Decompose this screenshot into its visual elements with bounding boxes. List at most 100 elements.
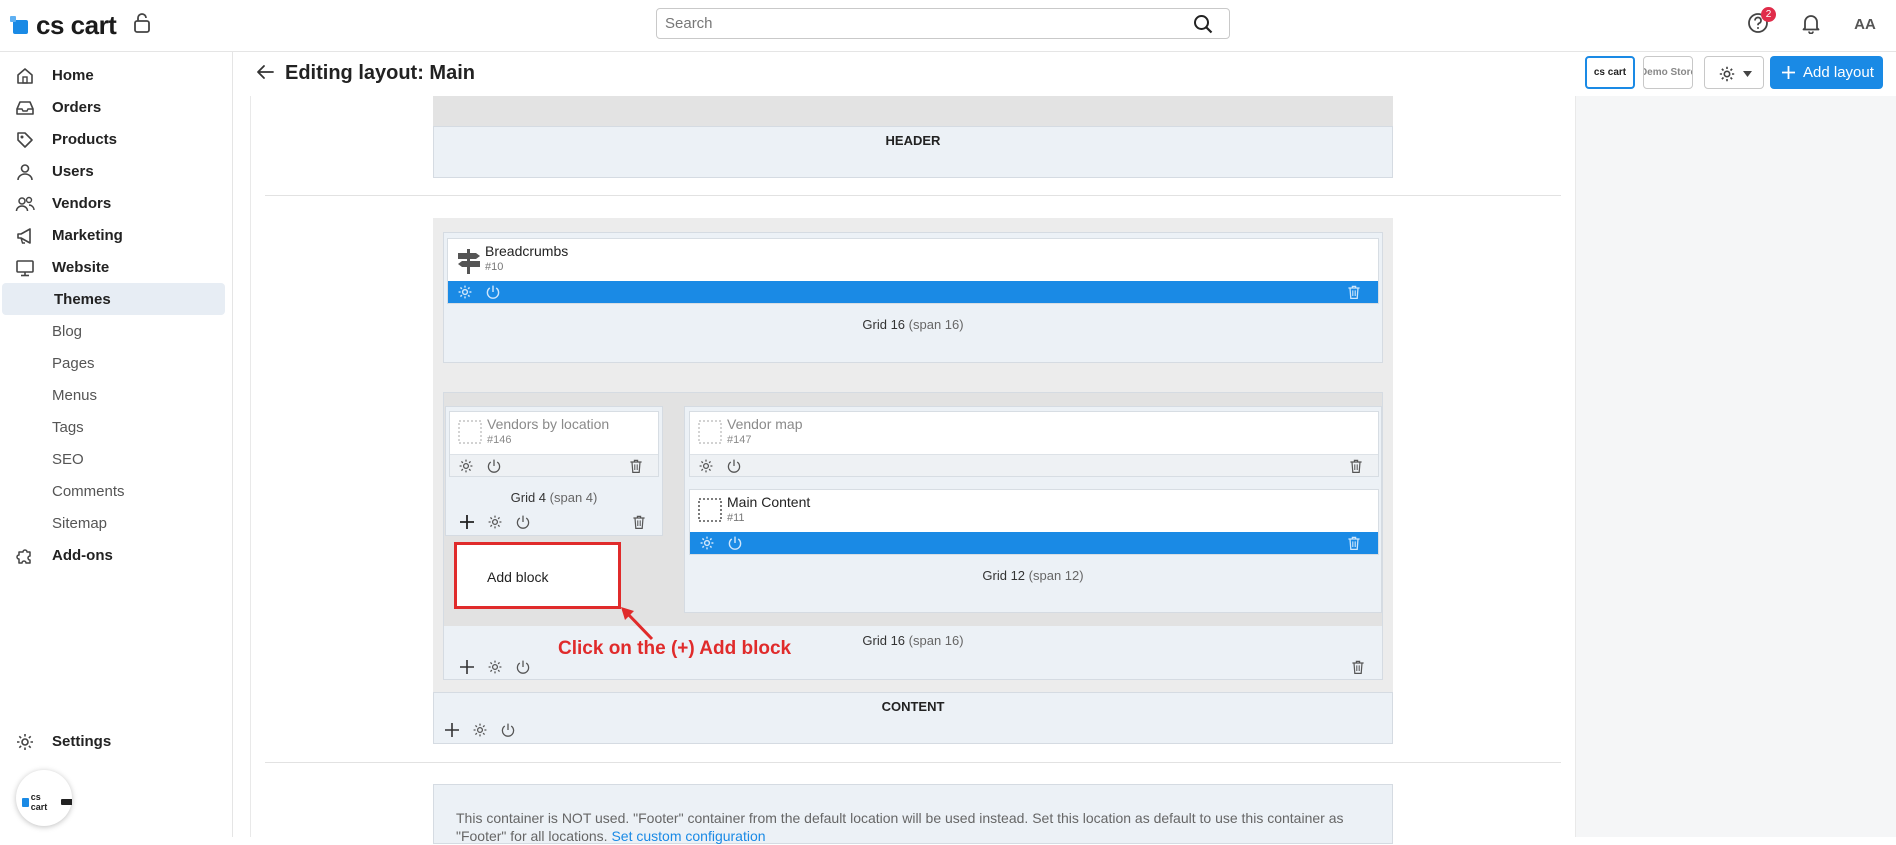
sidebar-item-home[interactable]: Home: [0, 59, 225, 91]
power-icon[interactable]: [485, 284, 501, 300]
power-icon[interactable]: [486, 458, 502, 474]
lock-icon[interactable]: [133, 12, 151, 34]
block-breadcrumbs[interactable]: Breadcrumbs #10: [447, 238, 1379, 304]
sidebar-item-pages[interactable]: Pages: [0, 347, 225, 379]
gear-icon: [17, 734, 33, 750]
sidebar-item-label: Products: [52, 130, 118, 148]
page-title: Editing layout: Main: [285, 62, 475, 84]
sidebar-item-label: SEO: [52, 450, 84, 468]
block-id: #11: [727, 512, 745, 524]
settings-dropdown-button[interactable]: [1704, 56, 1764, 89]
grid-name: Grid 16: [862, 633, 906, 648]
sidebar-item-label: Pages: [52, 354, 95, 372]
sidebar-item-label: Website: [52, 258, 110, 276]
sidebar-item-marketing[interactable]: Marketing: [0, 219, 225, 251]
gear-icon[interactable]: [472, 722, 488, 738]
sidebar-item-website[interactable]: Website: [0, 251, 225, 283]
sidebar-item-label: Home: [52, 66, 94, 84]
sidebar-item-comments[interactable]: Comments: [0, 475, 225, 507]
puzzle-icon: [16, 549, 31, 564]
power-icon[interactable]: [726, 458, 742, 474]
plus-icon[interactable]: [460, 660, 474, 674]
block-name: Vendor map: [727, 416, 803, 432]
store-thumb-demo[interactable]: Demo Store: [1643, 56, 1693, 89]
add-block-option[interactable]: Add block: [487, 569, 548, 585]
trash-icon[interactable]: [631, 514, 647, 530]
sidebar-item-label: Tags: [52, 418, 84, 436]
back-arrow-icon[interactable]: [255, 63, 275, 81]
user-icon: [17, 164, 33, 181]
block-vendor-map[interactable]: Vendor map #147: [689, 411, 1379, 477]
search-icon[interactable]: [1193, 14, 1213, 34]
search-field[interactable]: [656, 8, 1230, 39]
plus-icon[interactable]: [445, 723, 459, 737]
divider: [265, 195, 1561, 196]
users-icon: [15, 196, 35, 212]
gear-icon[interactable]: [698, 458, 714, 474]
power-icon[interactable]: [515, 514, 531, 530]
gear-icon[interactable]: [699, 535, 715, 551]
cscart-logo-icon: [22, 797, 29, 807]
set-custom-configuration-link[interactable]: Set custom configuration: [611, 828, 765, 844]
block-placeholder-icon: [698, 498, 722, 522]
sidebar-item-orders[interactable]: Orders: [0, 91, 225, 123]
power-icon[interactable]: [500, 722, 516, 738]
grid-name: Grid 4: [510, 490, 547, 505]
block-id: #10: [485, 261, 504, 273]
sidebar-item-label: Add-ons: [52, 546, 113, 564]
grid-name: Grid 16: [862, 317, 906, 332]
sidebar-item-themes[interactable]: Themes: [2, 283, 225, 315]
store-bubble-text: cs cart: [30, 792, 48, 812]
logo[interactable]: cs cart: [10, 10, 117, 41]
store-thumb-cscart[interactable]: cs cart: [1585, 56, 1635, 89]
trash-icon[interactable]: [1346, 284, 1362, 300]
store-thumb-label: cs cart: [1593, 67, 1627, 78]
trash-icon[interactable]: [1346, 535, 1362, 551]
bell-icon[interactable]: [1800, 12, 1822, 34]
block-placeholder-icon: [458, 420, 482, 444]
gear-icon[interactable]: [487, 514, 503, 530]
block-name: Main Content: [727, 494, 811, 510]
sidebar-item-vendors[interactable]: Vendors: [0, 187, 225, 219]
power-icon[interactable]: [727, 535, 743, 551]
store-switcher-bubble[interactable]: cs cart: [16, 770, 72, 826]
add-block-menu[interactable]: Add block: [454, 542, 621, 609]
power-icon[interactable]: [515, 659, 531, 675]
gear-icon[interactable]: [458, 458, 474, 474]
gear-icon: [1719, 66, 1735, 82]
block-main-content[interactable]: Main Content #11: [689, 489, 1379, 555]
sidebar-item-addons[interactable]: Add-ons: [0, 539, 225, 571]
store-tag-icon: [60, 799, 72, 805]
block-vendors-by-location[interactable]: Vendors by location #146: [449, 411, 659, 477]
gear-icon[interactable]: [487, 659, 503, 675]
block-id: #146: [487, 434, 512, 446]
block-toolbar: [448, 281, 1378, 303]
sidebar-item-settings[interactable]: Settings: [0, 725, 225, 757]
content-container[interactable]: CONTENT: [433, 692, 1393, 744]
help-button[interactable]: 2: [1747, 7, 1776, 34]
trash-icon[interactable]: [1348, 458, 1364, 474]
search-input[interactable]: [657, 9, 1177, 38]
grid-top-label: Grid 16 (span 16): [443, 317, 1383, 332]
plus-icon[interactable]: [460, 515, 474, 529]
grid-left-label: Grid 4 (span 4): [445, 490, 663, 505]
sidebar-item-tags[interactable]: Tags: [0, 411, 225, 443]
avatar[interactable]: AA: [1850, 10, 1880, 40]
add-layout-button[interactable]: Add layout: [1770, 56, 1883, 89]
header-container[interactable]: HEADER: [433, 126, 1393, 178]
sidebar-item-label: Menus: [52, 386, 98, 404]
gear-icon[interactable]: [457, 284, 473, 300]
sidebar-item-seo[interactable]: SEO: [0, 443, 225, 475]
inbox-icon: [16, 101, 34, 115]
sidebar-item-products[interactable]: Products: [0, 123, 225, 155]
sidebar-item-sitemap[interactable]: Sitemap: [0, 507, 225, 539]
block-toolbar: [450, 454, 658, 476]
sidebar-item-users[interactable]: Users: [0, 155, 225, 187]
monitor-icon: [16, 260, 34, 277]
trash-icon[interactable]: [628, 458, 644, 474]
sidebar-item-blog[interactable]: Blog: [0, 315, 225, 347]
signpost-icon: [458, 249, 480, 274]
trash-icon[interactable]: [1350, 659, 1366, 675]
sidebar-item-label: Settings: [52, 732, 112, 750]
sidebar-item-menus[interactable]: Menus: [0, 379, 225, 411]
